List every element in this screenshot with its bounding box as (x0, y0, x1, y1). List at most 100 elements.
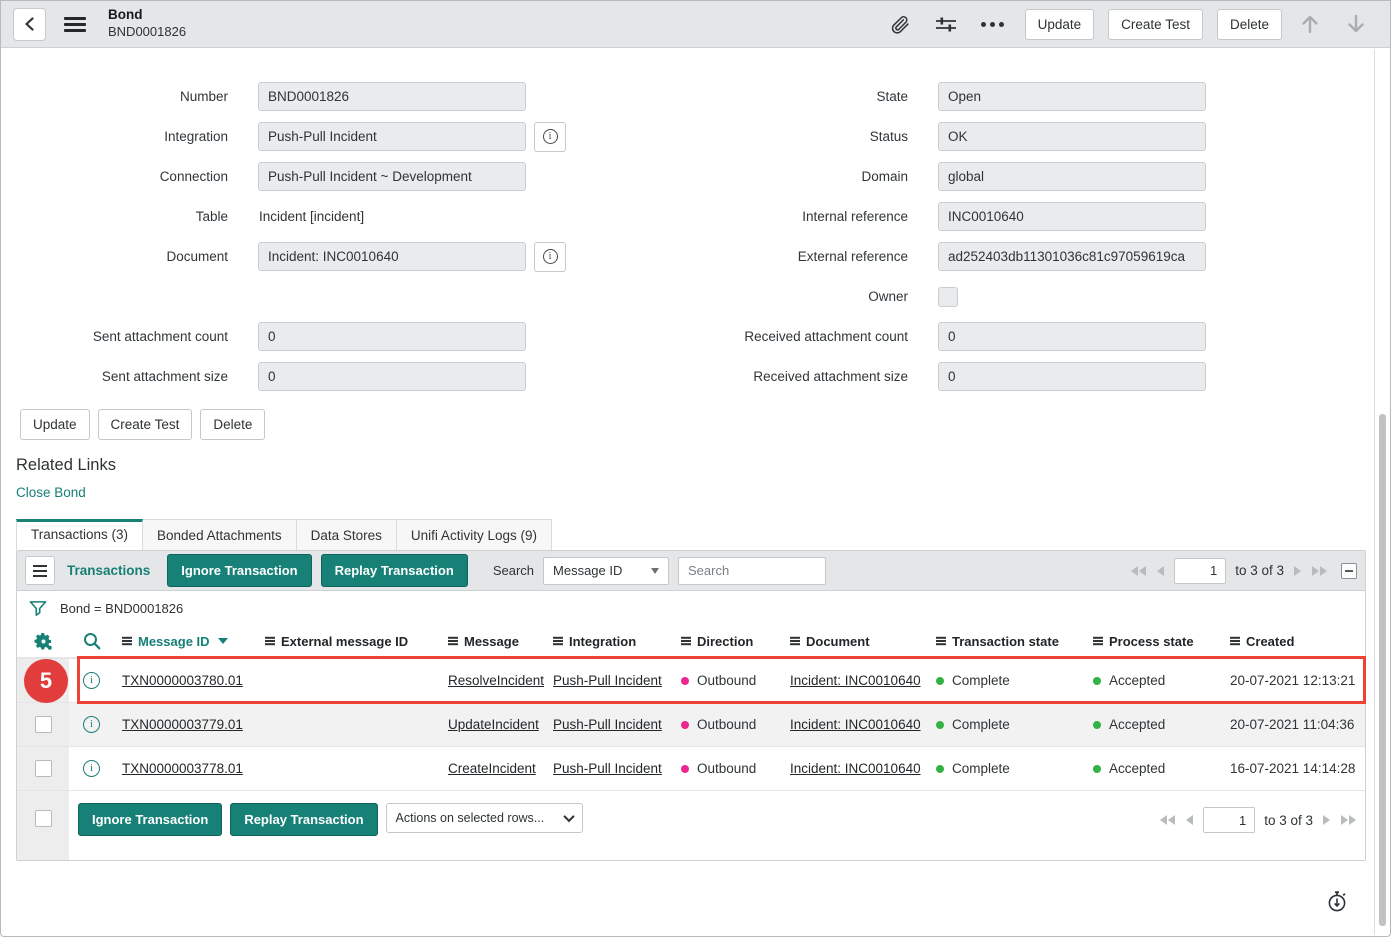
received-attachment-size-field[interactable] (938, 362, 1206, 391)
page-number-input[interactable] (1203, 807, 1255, 833)
column-menu-icon[interactable] (553, 640, 563, 642)
document-link[interactable]: Incident: INC0010640 (790, 673, 921, 688)
owner-field[interactable] (938, 287, 958, 307)
response-time-icon[interactable] (1327, 890, 1348, 918)
tab-data-stores[interactable]: Data Stores (297, 519, 397, 550)
column-header-document[interactable]: Document (782, 634, 928, 649)
message-id-link[interactable]: TXN0000003780.01 (122, 673, 243, 688)
minimize-list-icon[interactable] (1341, 563, 1357, 579)
column-header-transaction-state[interactable]: Transaction state (928, 634, 1085, 649)
document-preview-button[interactable] (534, 242, 566, 272)
column-header-direction[interactable]: Direction (673, 634, 782, 649)
list-title[interactable]: Transactions (67, 563, 150, 578)
back-button[interactable] (13, 8, 46, 41)
column-menu-icon[interactable] (265, 640, 275, 642)
message-link[interactable]: UpdateIncident (448, 717, 539, 732)
number-field[interactable] (258, 82, 526, 111)
state-field[interactable] (938, 82, 1206, 111)
page-number-input[interactable] (1174, 558, 1226, 584)
delete-button-header[interactable]: Delete (1217, 9, 1282, 40)
integration-link[interactable]: Push-Pull Incident (553, 761, 662, 776)
column-menu-icon[interactable] (448, 640, 458, 642)
previous-page-icon[interactable] (1185, 814, 1194, 826)
internal-reference-field[interactable] (938, 202, 1206, 231)
external-reference-field[interactable] (938, 242, 1206, 271)
list-filter-row: Bond = BND0001826 (17, 591, 1365, 625)
domain-field[interactable] (938, 162, 1206, 191)
integration-link[interactable]: Push-Pull Incident (553, 673, 662, 688)
message-link[interactable]: CreateIncident (448, 761, 536, 776)
row-select-checkbox[interactable] (35, 716, 52, 733)
list-search-input[interactable] (678, 557, 826, 585)
tab-unifi-activity-logs[interactable]: Unifi Activity Logs (9) (397, 519, 552, 550)
column-header-message[interactable]: Message (440, 634, 545, 649)
column-menu-icon[interactable] (1230, 640, 1240, 642)
next-record-icon[interactable] (1338, 13, 1374, 35)
column-header-integration[interactable]: Integration (545, 634, 673, 649)
personalize-list-gear-icon[interactable] (17, 632, 69, 651)
direction-cell: Outbound (697, 673, 756, 688)
integration-link[interactable]: Push-Pull Incident (553, 717, 662, 732)
column-menu-icon[interactable] (1093, 640, 1103, 642)
update-button[interactable]: Update (20, 409, 90, 440)
first-page-icon[interactable] (1159, 814, 1176, 826)
close-bond-link[interactable]: Close Bond (1, 475, 86, 500)
attachment-icon[interactable] (883, 14, 918, 35)
next-page-icon[interactable] (1322, 814, 1331, 826)
status-field[interactable] (938, 122, 1206, 151)
context-menu-icon[interactable] (64, 23, 86, 26)
sent-attachment-count-field[interactable] (258, 322, 526, 351)
column-header-external-message-id[interactable]: External message ID (257, 634, 440, 649)
ignore-transaction-button-footer[interactable]: Ignore Transaction (78, 803, 222, 836)
integration-preview-button[interactable] (534, 122, 566, 152)
last-page-icon[interactable] (1340, 814, 1357, 826)
column-header-created[interactable]: Created (1222, 634, 1365, 649)
column-header-message-id[interactable]: Message ID (114, 634, 257, 649)
delete-button[interactable]: Delete (200, 409, 265, 440)
tab-transactions[interactable]: Transactions (3) (16, 519, 143, 550)
search-field-select[interactable]: Message ID (543, 557, 669, 585)
document-link[interactable]: Incident: INC0010640 (790, 761, 921, 776)
info-icon[interactable] (83, 760, 100, 777)
column-menu-icon[interactable] (790, 640, 800, 642)
last-page-icon[interactable] (1311, 565, 1328, 577)
column-menu-icon[interactable] (122, 640, 132, 642)
column-menu-icon[interactable] (936, 640, 946, 642)
scrollbar-thumb[interactable] (1379, 414, 1386, 926)
funnel-icon[interactable] (29, 600, 47, 617)
next-page-icon[interactable] (1293, 565, 1302, 577)
message-id-link[interactable]: TXN0000003779.01 (122, 717, 243, 732)
connection-label: Connection (1, 169, 228, 184)
create-test-button[interactable]: Create Test (98, 409, 193, 440)
create-test-button-header[interactable]: Create Test (1108, 9, 1203, 40)
sent-attachment-size-field[interactable] (258, 362, 526, 391)
ignore-transaction-button[interactable]: Ignore Transaction (167, 554, 311, 587)
list-filter-breadcrumb[interactable]: Bond = BND0001826 (60, 601, 183, 616)
previous-page-icon[interactable] (1156, 565, 1165, 577)
info-icon[interactable] (83, 716, 100, 733)
connection-field[interactable] (258, 162, 526, 191)
message-link[interactable]: ResolveIncident (448, 673, 544, 688)
column-header-process-state[interactable]: Process state (1085, 634, 1222, 649)
list-search-icon[interactable] (69, 632, 114, 650)
row-select-checkbox[interactable] (35, 760, 52, 777)
list-menu-button[interactable] (25, 556, 55, 585)
replay-transaction-button[interactable]: Replay Transaction (321, 554, 468, 587)
first-page-icon[interactable] (1130, 565, 1147, 577)
update-button-header[interactable]: Update (1025, 9, 1095, 40)
replay-transaction-button-footer[interactable]: Replay Transaction (230, 803, 377, 836)
personalize-form-icon[interactable] (928, 15, 964, 34)
column-menu-icon[interactable] (681, 640, 691, 642)
more-options-icon[interactable] (974, 22, 1011, 27)
actions-on-selected-rows-select[interactable]: Actions on selected rows... (386, 803, 583, 833)
sent-attachment-count-label: Sent attachment count (1, 329, 228, 344)
integration-field[interactable] (258, 122, 526, 151)
info-icon[interactable] (83, 672, 100, 689)
received-attachment-count-field[interactable] (938, 322, 1206, 351)
previous-record-icon[interactable] (1292, 13, 1328, 35)
document-link[interactable]: Incident: INC0010640 (790, 717, 921, 732)
tab-bonded-attachments[interactable]: Bonded Attachments (143, 519, 297, 550)
document-field[interactable] (258, 242, 526, 271)
select-all-checkbox[interactable] (35, 810, 52, 827)
message-id-link[interactable]: TXN0000003778.01 (122, 761, 243, 776)
